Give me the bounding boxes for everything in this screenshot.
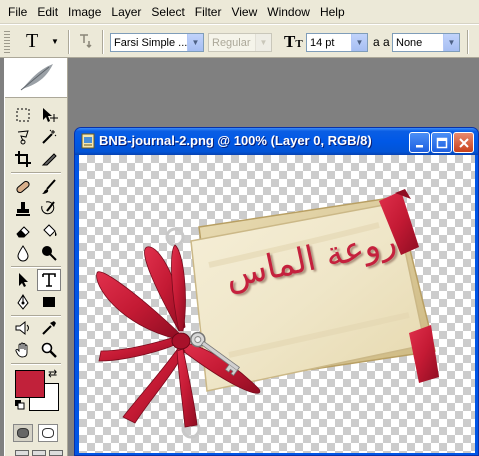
font-style-select[interactable]: Regular ▼ <box>208 33 272 52</box>
font-size-glyph: T <box>284 32 296 51</box>
options-separator <box>102 30 104 54</box>
toolbox-separator <box>11 266 61 268</box>
menu-layer[interactable]: Layer <box>107 3 145 21</box>
toolbox-separator <box>11 363 61 365</box>
type-tool-icon[interactable] <box>37 269 61 291</box>
clone-stamp-tool-icon[interactable] <box>11 198 35 220</box>
maximize-button[interactable] <box>431 132 452 153</box>
font-size-icon: TT <box>284 32 303 51</box>
brush-tool-icon[interactable] <box>37 176 61 198</box>
screen-mode-button[interactable] <box>15 450 29 456</box>
lasso-tool-icon[interactable] <box>11 126 35 148</box>
menu-edit[interactable]: Edit <box>33 3 62 21</box>
options-separator <box>467 30 469 54</box>
options-bar-grip[interactable] <box>4 31 10 53</box>
font-size-select[interactable]: 14 pt ▼ <box>306 33 368 52</box>
font-family-select[interactable]: Farsi Simple ... ▼ <box>110 33 204 52</box>
menu-window[interactable]: Window <box>263 3 314 21</box>
menu-select[interactable]: Select <box>147 3 188 21</box>
screen-mode-button[interactable] <box>49 450 63 456</box>
paint-bucket-tool-icon[interactable] <box>37 220 61 242</box>
corner-ribbon-bottom <box>409 325 439 383</box>
chevron-down-icon[interactable]: ▼ <box>351 34 367 51</box>
standard-mode-button[interactable] <box>13 424 33 442</box>
path-selection-tool-icon[interactable] <box>11 269 35 291</box>
menu-help[interactable]: Help <box>316 3 349 21</box>
dodge-tool-icon[interactable] <box>37 242 61 264</box>
magic-wand-tool-icon[interactable] <box>37 126 61 148</box>
top-ring <box>165 227 185 247</box>
ribbon-tail-3 <box>98 336 176 362</box>
shape-tool-icon[interactable] <box>37 291 61 313</box>
default-colors-icon[interactable] <box>15 400 25 410</box>
document-title-bar[interactable]: BNB-journal-2.png @ 100% (Layer 0, RGB/8… <box>75 128 478 155</box>
toolbox-separator <box>11 172 61 174</box>
menu-view[interactable]: View <box>227 3 261 21</box>
tool-preset-arrow-icon[interactable]: ▼ <box>51 37 59 46</box>
history-brush-tool-icon[interactable] <box>37 198 61 220</box>
move-tool-icon[interactable] <box>37 104 61 126</box>
tool-preset-picker[interactable]: T <box>26 29 38 53</box>
antialias-select[interactable]: None ▼ <box>392 33 460 52</box>
toolbox: ⇄ <box>4 58 68 456</box>
chevron-down-icon[interactable]: ▼ <box>443 34 459 51</box>
minimize-button[interactable] <box>409 132 430 153</box>
zoom-tool-icon[interactable] <box>37 339 61 361</box>
quick-mask-mode-button[interactable] <box>38 424 58 442</box>
canvas-artwork <box>96 189 439 439</box>
menu-file[interactable]: File <box>4 3 31 21</box>
menu-filter[interactable]: Filter <box>191 3 226 21</box>
document-canvas[interactable]: روعة الماس <box>79 155 475 453</box>
swap-colors-icon[interactable]: ⇄ <box>48 367 57 380</box>
foreground-color-swatch[interactable] <box>15 370 45 398</box>
antialias-value: None <box>396 36 423 49</box>
slice-tool-icon[interactable] <box>37 148 61 170</box>
chevron-down-icon[interactable]: ▼ <box>255 34 271 51</box>
document-window: BNB-journal-2.png @ 100% (Layer 0, RGB/8… <box>74 127 479 456</box>
ribbon-tail-2 <box>176 348 198 428</box>
text-orientation-icon[interactable] <box>78 33 94 49</box>
crop-tool-icon[interactable] <box>11 148 35 170</box>
eyedropper-tool-icon[interactable] <box>37 317 61 339</box>
close-icon <box>458 137 469 148</box>
notes-tool-icon[interactable] <box>11 317 35 339</box>
menu-image[interactable]: Image <box>64 3 105 21</box>
blur-tool-icon[interactable] <box>11 242 35 264</box>
toolbox-header[interactable] <box>5 58 67 98</box>
photoshop-document-icon <box>81 133 95 149</box>
antialias-icon: a a <box>373 35 390 49</box>
font-family-value: Farsi Simple ... <box>114 36 187 49</box>
screen-mode-button[interactable] <box>32 450 46 456</box>
healing-brush-tool-icon[interactable] <box>11 176 35 198</box>
options-separator <box>68 30 70 54</box>
font-style-value: Regular <box>212 36 251 49</box>
eraser-tool-icon[interactable] <box>11 220 35 242</box>
bow-knot <box>171 332 191 350</box>
options-bar: T ▼ Farsi Simple ... ▼ Regular ▼ TT 14 p… <box>0 24 479 58</box>
close-button[interactable] <box>453 132 474 153</box>
document-title: BNB-journal-2.png @ 100% (Layer 0, RGB/8… <box>99 133 372 148</box>
pen-tool-icon[interactable] <box>11 291 35 313</box>
maximize-icon <box>436 137 447 148</box>
hand-tool-icon[interactable] <box>11 339 35 361</box>
chevron-down-icon[interactable]: ▼ <box>187 34 203 51</box>
ribbon-tail-1 <box>122 346 186 424</box>
minimize-icon <box>415 144 423 147</box>
font-size-value: 14 pt <box>310 36 335 49</box>
feather-logo-icon <box>20 64 53 91</box>
marquee-tool-icon[interactable] <box>11 104 35 126</box>
menu-bar: File Edit Image Layer Select Filter View… <box>0 0 479 24</box>
